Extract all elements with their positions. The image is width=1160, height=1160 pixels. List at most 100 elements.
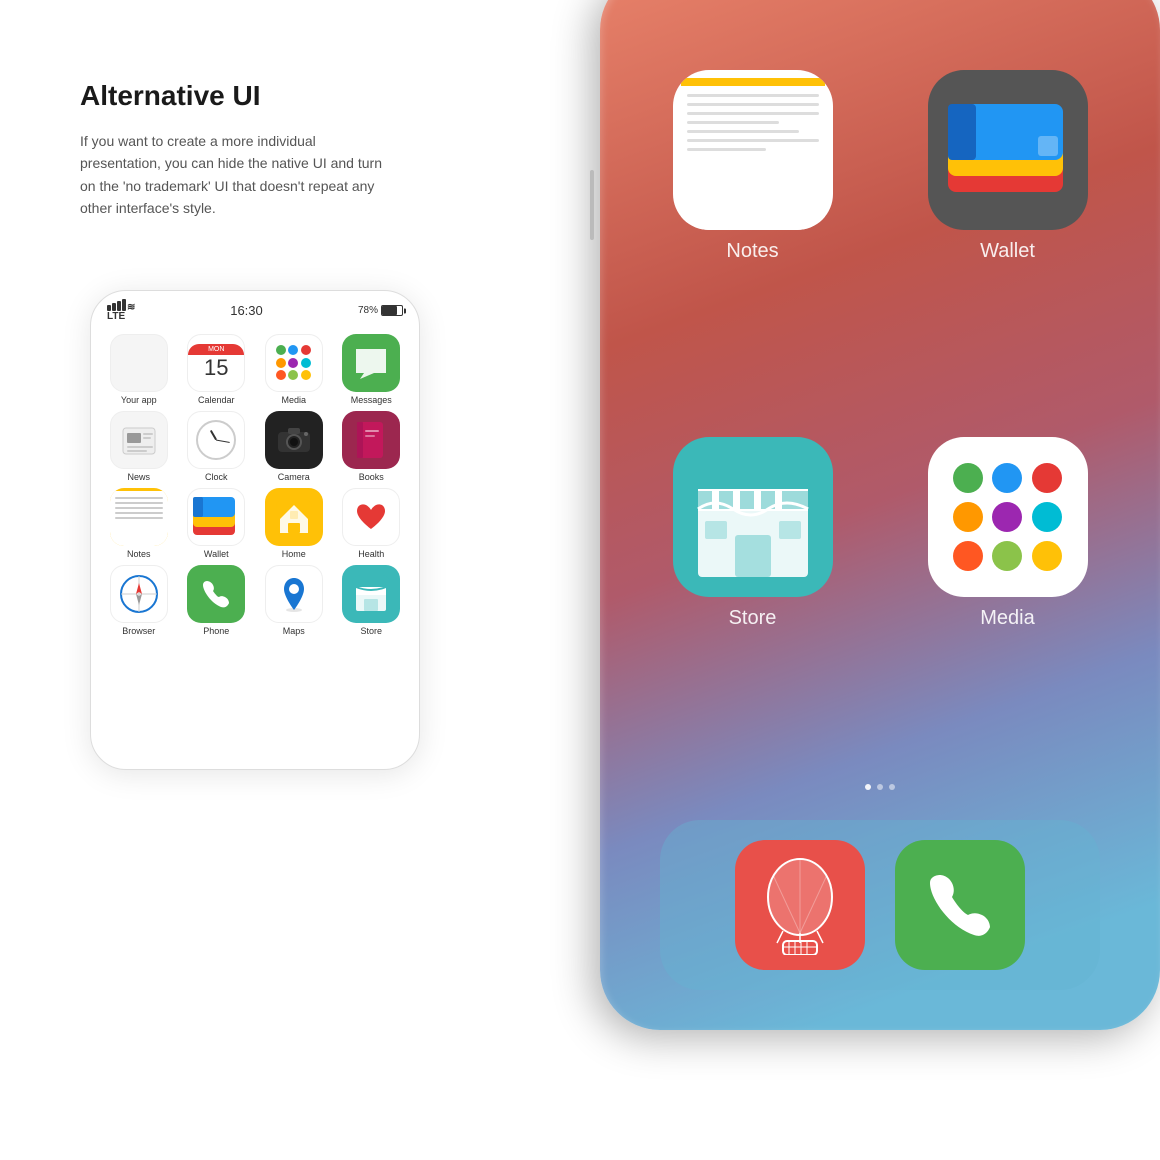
store-label: Store [360,626,382,636]
large-app-wallet[interactable]: Wallet [895,70,1120,407]
note-big-line-1 [687,94,819,97]
signal-indicator: ≋ LTE [107,299,135,322]
home-icon [265,488,323,546]
page-description: If you want to create a more individual … [80,130,400,220]
app-clock[interactable]: Clock [181,411,253,482]
note-big-line-4 [687,121,779,124]
large-app-store[interactable]: Store [640,437,865,774]
page-dot-2 [877,784,883,790]
messages-label: Messages [351,395,392,405]
notes-label: Notes [127,549,151,559]
app-camera[interactable]: Camera [258,411,330,482]
app-grid-small: Your app MON 15 Calendar [91,326,419,644]
app-media[interactable]: Media [258,334,330,405]
large-notes-label: Notes [726,240,778,263]
network-label: LTE [107,311,125,322]
calendar-label: Calendar [198,395,235,405]
lg-dot-6 [1032,502,1062,532]
large-store-label: Store [729,607,777,630]
phone-small-label: Phone [203,626,229,636]
status-bar: ≋ LTE 16:30 78% [91,291,419,326]
media-icon [265,334,323,392]
large-notes-icon [673,70,833,230]
large-media-icon [928,437,1088,597]
wallet-label: Wallet [204,549,229,559]
calendar-header: MON [188,344,244,355]
app-notes[interactable]: Notes [103,488,175,559]
app-home[interactable]: Home [258,488,330,559]
side-button-left [590,170,594,240]
phone-icon [187,565,245,623]
media-dot-2 [288,345,298,355]
lg-dot-7 [953,541,983,571]
media-dot-8 [288,370,298,380]
home-label: Home [282,549,306,559]
lg-dot-8 [992,541,1022,571]
time-display: 16:30 [230,303,263,318]
books-label: Books [359,472,384,482]
app-calendar[interactable]: MON 15 Calendar [181,334,253,405]
clock-face [196,420,236,460]
health-icon [342,488,400,546]
notes-body [681,86,825,230]
note-big-line-2 [687,103,819,106]
maps-icon [265,565,323,623]
app-your-app[interactable]: Your app [103,334,175,405]
phone-large-mockup: Notes Wallet [600,0,1160,1030]
media-dot-1 [276,345,286,355]
note-big-line-5 [687,130,799,133]
calendar-date: 15 [204,355,228,381]
media-label: Media [281,395,306,405]
large-wallet-label: Wallet [980,240,1035,263]
camera-icon [265,411,323,469]
large-dock [660,820,1100,990]
large-dock-balloon-icon[interactable] [735,840,865,970]
media-dot-7 [276,370,286,380]
lg-dot-4 [953,502,983,532]
large-screen-content: Notes Wallet [600,0,1160,1030]
app-books[interactable]: Books [336,411,408,482]
app-store[interactable]: Store [336,565,408,636]
battery-icon [381,305,403,316]
large-store-icon [673,437,833,597]
browser-icon [110,565,168,623]
note-line-3 [115,507,163,509]
large-dock-phone-icon[interactable] [895,840,1025,970]
note-line-4 [115,512,163,514]
lg-dot-5 [992,502,1022,532]
notes-icon [110,488,168,546]
note-line-5 [115,517,163,519]
battery-indicator: 78% [358,305,403,316]
page-dot-3 [889,784,895,790]
lg-dot-9 [1032,541,1062,571]
note-big-line-6 [687,139,819,142]
left-panel: Alternative UI If you want to create a m… [80,80,480,220]
page-indicators [640,784,1120,790]
app-news[interactable]: News [103,411,175,482]
notes-top-bar [681,78,825,86]
app-browser[interactable]: Browser [103,565,175,636]
note-line-1 [115,497,163,499]
large-wallet-icon [928,70,1088,230]
app-phone[interactable]: Phone [181,565,253,636]
app-health[interactable]: Health [336,488,408,559]
app-wallet[interactable]: Wallet [181,488,253,559]
news-icon [110,411,168,469]
note-line-2 [115,502,163,504]
clock-label: Clock [205,472,228,482]
books-icon [342,411,400,469]
phone-large-container: Notes Wallet [540,0,1160,1070]
camera-label: Camera [278,472,310,482]
large-app-notes[interactable]: Notes [640,70,865,407]
large-app-grid: Notes Wallet [640,70,1120,774]
media-dots [276,345,312,381]
media-dot-6 [301,358,311,368]
media-dot-4 [276,358,286,368]
note-big-line-7 [687,148,766,151]
app-messages[interactable]: Messages [336,334,408,405]
large-app-media[interactable]: Media [895,437,1120,774]
page-dot-1 [865,784,871,790]
app-maps[interactable]: Maps [258,565,330,636]
lg-dot-1 [953,463,983,493]
store-icon [342,565,400,623]
